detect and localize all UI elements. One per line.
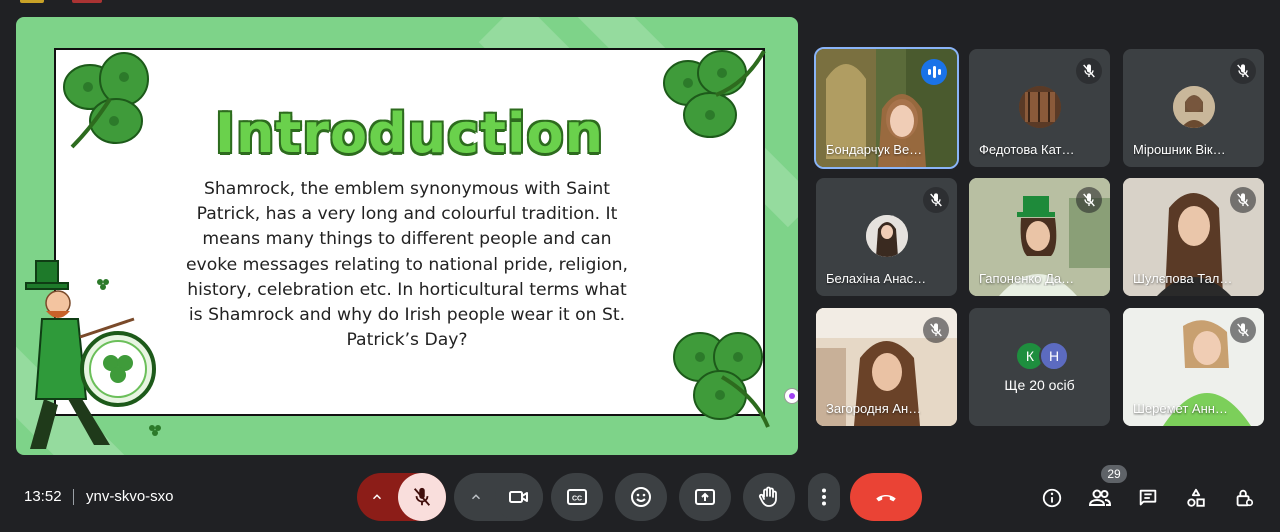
people-button[interactable] xyxy=(1088,486,1112,510)
participant-tile[interactable]: Белахіна Анас… xyxy=(816,178,957,296)
mic-off-icon xyxy=(413,487,431,506)
mic-toggle-button[interactable] xyxy=(398,473,446,521)
more-vert-icon xyxy=(822,488,826,506)
call-end-icon xyxy=(876,494,896,502)
shamrock-top-right-illustration xyxy=(663,50,766,138)
present-button[interactable] xyxy=(679,473,731,521)
participant-name: Загородня Ан… xyxy=(826,401,922,416)
divider xyxy=(73,489,74,505)
mic-off-icon xyxy=(923,187,949,213)
shamrock-top-left-illustration xyxy=(63,52,149,149)
more-participants-tile[interactable]: К Н Ще 20 осіб xyxy=(969,308,1110,426)
mic-off-icon xyxy=(1230,187,1256,213)
mic-off-icon xyxy=(1230,317,1256,343)
participant-tile[interactable]: Бондарчук Ве… xyxy=(814,47,959,169)
presentation-tile[interactable]: Introduction Shamrock, the emblem synony… xyxy=(16,17,798,455)
camera-control-group xyxy=(454,473,543,521)
avatar: Н xyxy=(1039,341,1069,371)
clock-time: 13:52 xyxy=(24,488,62,505)
chat-icon xyxy=(1139,489,1157,506)
video-options-button[interactable] xyxy=(454,473,498,521)
meeting-details-button[interactable] xyxy=(1040,486,1064,510)
mic-off-icon xyxy=(1076,58,1102,84)
participant-name: Шеремет Анн… xyxy=(1133,401,1228,416)
mic-off-icon xyxy=(1076,187,1102,213)
leave-call-button[interactable] xyxy=(850,473,922,521)
participant-name: Мірошник Вік… xyxy=(1133,142,1226,157)
participant-tile[interactable]: Гапоненко Да… xyxy=(969,178,1110,296)
participant-name: Федотова Кат… xyxy=(979,142,1075,157)
leprechaun-drummer-illustration xyxy=(25,260,156,449)
meeting-code: ynv-skvo-sxo xyxy=(86,488,174,505)
chat-button[interactable] xyxy=(1136,486,1160,510)
participant-tile[interactable]: Шеремет Анн… xyxy=(1123,308,1264,426)
mini-shamrock-icon xyxy=(149,425,161,436)
mic-off-icon xyxy=(1230,58,1256,84)
raise-hand-button[interactable] xyxy=(743,473,795,521)
more-options-button[interactable] xyxy=(808,473,840,521)
host-controls-button[interactable] xyxy=(1232,486,1256,510)
closed-caption-icon: CC xyxy=(567,489,587,505)
participant-name: Белахіна Анас… xyxy=(826,271,927,286)
speaking-indicator-icon xyxy=(921,59,947,85)
participant-tile[interactable]: Мірошник Вік… xyxy=(1123,49,1264,167)
participant-tile[interactable]: Загородня Ан… xyxy=(816,308,957,426)
videocam-icon xyxy=(509,491,528,503)
raise-hand-icon xyxy=(758,486,777,507)
participant-tile[interactable]: Федотова Кат… xyxy=(969,49,1110,167)
participant-count-badge: 29 xyxy=(1101,465,1127,483)
participant-name: Гапоненко Да… xyxy=(979,271,1075,286)
participant-tile[interactable]: Шулєпова Тал… xyxy=(1123,178,1264,296)
people-icon xyxy=(1088,489,1112,506)
emoji-icon xyxy=(631,487,651,507)
chevron-up-icon xyxy=(372,494,382,500)
captions-button[interactable]: CC xyxy=(551,473,603,521)
avatar xyxy=(1019,86,1061,128)
audio-options-button[interactable] xyxy=(357,473,397,521)
presentation-side-handle[interactable] xyxy=(784,388,798,404)
top-indicator-red xyxy=(72,0,102,3)
mic-off-icon xyxy=(923,317,949,343)
avatar xyxy=(866,215,908,257)
participant-name: Бондарчук Ве… xyxy=(826,142,923,157)
participant-name: Шулєпова Тал… xyxy=(1133,271,1233,286)
svg-text:CC: CC xyxy=(572,496,582,503)
shamrock-bottom-right-illustration xyxy=(673,332,770,428)
more-participants-avatars: К Н xyxy=(1015,341,1075,371)
top-indicator-yellow xyxy=(20,0,44,3)
slide-body: Shamrock, the emblem synonymous with Sai… xyxy=(185,179,629,351)
activities-button[interactable] xyxy=(1184,486,1208,510)
top-status-strip xyxy=(0,0,1280,6)
camera-toggle-button[interactable] xyxy=(495,473,543,521)
present-screen-icon xyxy=(695,489,715,505)
host-controls-icon xyxy=(1236,489,1254,507)
mini-shamrock-icon xyxy=(97,279,109,290)
more-participants-label: Ще 20 осіб xyxy=(1004,377,1075,393)
activities-icon xyxy=(1187,488,1205,507)
avatar xyxy=(1173,86,1215,128)
reactions-button[interactable] xyxy=(615,473,667,521)
info-icon xyxy=(1042,488,1062,508)
chevron-up-icon xyxy=(471,494,481,500)
mic-control-group xyxy=(357,473,446,521)
